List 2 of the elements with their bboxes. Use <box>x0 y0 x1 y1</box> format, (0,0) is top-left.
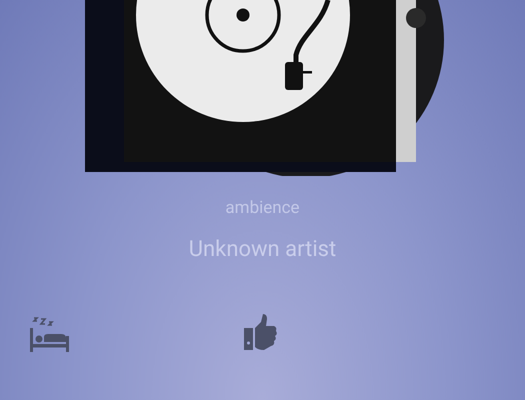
sleep-timer-icon[interactable] <box>30 316 70 352</box>
thumbs-up-icon[interactable] <box>244 314 278 351</box>
